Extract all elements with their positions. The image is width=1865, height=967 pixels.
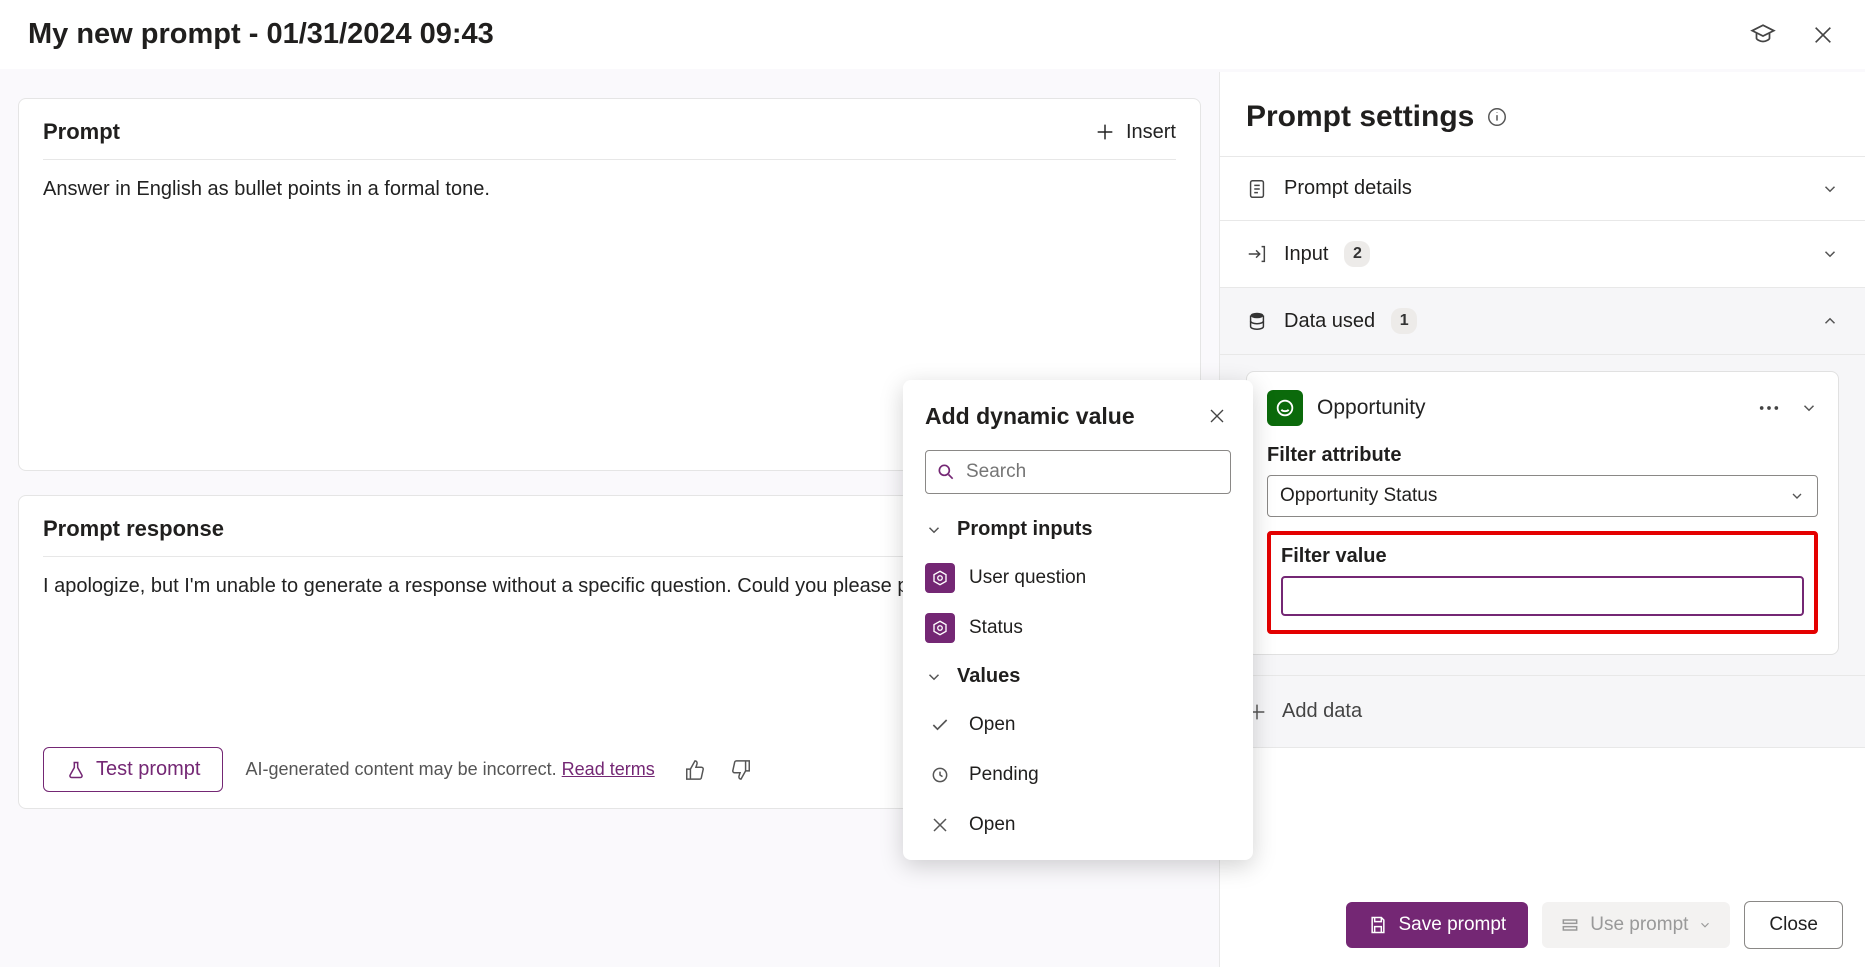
response-card-title: Prompt response (43, 516, 224, 542)
filter-value-label: Filter value (1281, 545, 1804, 568)
chevron-down-icon (1821, 245, 1839, 263)
footer-bar: Save prompt Use prompt Close (1324, 883, 1865, 967)
variable-icon (925, 563, 955, 593)
close-icon[interactable] (1809, 21, 1837, 49)
ai-disclaimer: AI-generated content may be incorrect. R… (245, 759, 654, 780)
chevron-down-icon (925, 668, 943, 686)
section-prompt-details[interactable]: Prompt details (1220, 157, 1865, 221)
section-label: Input (1284, 243, 1328, 266)
close-label: Close (1769, 914, 1818, 935)
details-icon (1246, 178, 1268, 200)
input-item-user-question[interactable]: User question (903, 553, 1253, 603)
thumbs-down-icon[interactable] (727, 756, 755, 784)
chevron-down-icon (925, 521, 943, 539)
use-prompt-button: Use prompt (1542, 902, 1730, 948)
prompt-card-title: Prompt (43, 119, 120, 145)
entity-name: Opportunity (1317, 396, 1426, 420)
value-item-open-x[interactable]: Open (903, 800, 1253, 850)
group-label: Prompt inputs (957, 518, 1093, 541)
read-terms-link[interactable]: Read terms (562, 759, 655, 779)
page-header: My new prompt - 01/31/2024 09:43 (0, 0, 1865, 69)
search-field[interactable] (925, 450, 1231, 494)
input-icon (1246, 243, 1268, 265)
search-icon (936, 462, 956, 482)
test-prompt-button[interactable]: Test prompt (43, 747, 223, 792)
input-count-badge: 2 (1344, 241, 1370, 267)
add-data-button[interactable]: Add data (1220, 676, 1865, 748)
popover-title: Add dynamic value (925, 403, 1135, 430)
more-icon[interactable] (1758, 405, 1780, 411)
value-item-open-check[interactable]: Open (903, 700, 1253, 750)
group-prompt-inputs[interactable]: Prompt inputs (903, 506, 1253, 553)
add-data-label: Add data (1282, 700, 1362, 723)
settings-title: Prompt settings (1246, 100, 1474, 134)
settings-title-row: Prompt settings (1220, 72, 1865, 156)
info-icon[interactable] (1486, 106, 1508, 128)
input-item-status[interactable]: Status (903, 603, 1253, 653)
group-values[interactable]: Values (903, 653, 1253, 700)
data-count-badge: 1 (1391, 308, 1417, 334)
x-icon (925, 810, 955, 840)
filter-value-highlight: Filter value (1267, 531, 1818, 634)
thumbs-up-icon[interactable] (681, 756, 709, 784)
chevron-down-icon (1821, 180, 1839, 198)
settings-panel: Prompt settings Prompt details (1219, 72, 1865, 967)
close-icon[interactable] (1203, 402, 1231, 430)
save-prompt-label: Save prompt (1398, 914, 1506, 936)
save-prompt-button[interactable]: Save prompt (1346, 902, 1528, 948)
group-label: Values (957, 665, 1020, 688)
item-label: Open (969, 714, 1015, 736)
section-input[interactable]: Input 2 (1220, 221, 1865, 288)
chevron-up-icon (1821, 312, 1839, 330)
insert-button[interactable]: Insert (1094, 121, 1176, 144)
item-label: Open (969, 814, 1015, 836)
item-label: Status (969, 617, 1023, 639)
filter-value-input[interactable] (1281, 576, 1804, 616)
chevron-down-icon[interactable] (1800, 399, 1818, 417)
test-prompt-label: Test prompt (96, 758, 200, 781)
entity-card: Opportunity Filter attribute (1246, 371, 1839, 655)
clock-icon (925, 760, 955, 790)
header-actions (1749, 21, 1837, 49)
filter-attribute-select[interactable]: Opportunity Status (1267, 475, 1818, 517)
data-used-body: Opportunity Filter attribute (1220, 355, 1865, 676)
filter-attribute-label: Filter attribute (1267, 444, 1818, 467)
page-title: My new prompt - 01/31/2024 09:43 (28, 18, 494, 51)
section-label: Prompt details (1284, 177, 1412, 200)
item-label: User question (969, 567, 1086, 589)
database-icon (1246, 310, 1268, 332)
close-button[interactable]: Close (1744, 901, 1843, 949)
filter-attribute-value: Opportunity Status (1280, 485, 1437, 507)
insert-label: Insert (1126, 121, 1176, 144)
search-input[interactable] (966, 461, 1220, 483)
learn-icon[interactable] (1749, 21, 1777, 49)
section-data-used[interactable]: Data used 1 (1220, 288, 1865, 355)
variable-icon (925, 613, 955, 643)
check-icon (925, 710, 955, 740)
use-prompt-label: Use prompt (1590, 914, 1688, 936)
value-item-pending[interactable]: Pending (903, 750, 1253, 800)
section-label: Data used (1284, 310, 1375, 333)
dynamic-value-popover: Add dynamic value Prompt inputs User que… (903, 380, 1253, 860)
item-label: Pending (969, 764, 1039, 786)
entity-icon (1267, 390, 1303, 426)
